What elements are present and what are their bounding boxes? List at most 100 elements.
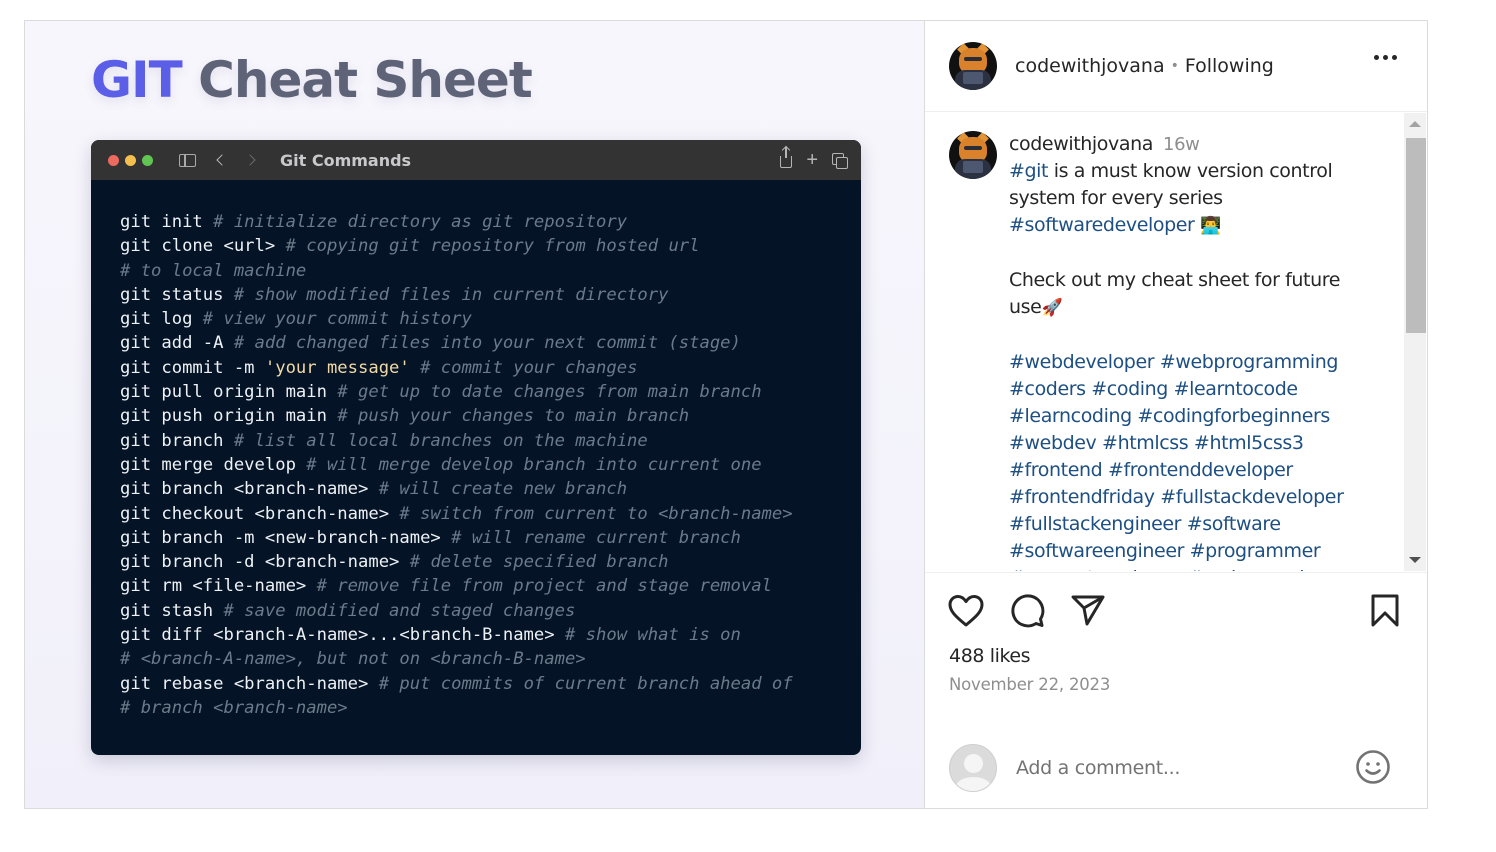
- code-string: 'your message': [264, 357, 410, 378]
- caption-scrollbar[interactable]: [1404, 113, 1426, 571]
- back-icon: [216, 154, 228, 166]
- scroll-thumb[interactable]: [1406, 138, 1426, 333]
- hashtag-row[interactable]: #softwareengineer #programmer: [1009, 538, 1354, 565]
- hashtag-row[interactable]: #webdev #htmlcss #html5css3: [1009, 430, 1354, 457]
- hashtag-list: #webdeveloper #webprogramming #coders #co…: [1009, 349, 1354, 571]
- code-comment: # view your commit history: [202, 309, 472, 330]
- code-comment: # branch <branch-name>: [120, 697, 348, 718]
- window-titlebar: Git Commands +: [91, 140, 861, 180]
- code-line: git log # view your commit history: [120, 307, 861, 331]
- code-line: git clone <url> # copying git repository…: [120, 234, 861, 258]
- hashtag-row[interactable]: #frontendfriday #fullstackdeveloper: [1009, 484, 1354, 511]
- code-line: git branch # list all local branches on …: [120, 429, 861, 453]
- minimize-dot-icon: [125, 154, 136, 166]
- scroll-down-arrow-icon[interactable]: [1409, 557, 1421, 563]
- author-avatar[interactable]: [949, 42, 997, 90]
- title-rest: Cheat Sheet: [181, 51, 533, 109]
- likes-count[interactable]: 488 likes: [949, 645, 1031, 667]
- code-comment: # get up to date changes from main branc…: [337, 382, 762, 403]
- window-title: Git Commands: [280, 150, 412, 170]
- hashtag-row[interactable]: #fullstackengineer #software: [1009, 511, 1354, 538]
- code-comment: # <branch-A-name>, but not on <branch-B-…: [120, 649, 586, 670]
- code-line: git push origin main # push your changes…: [120, 404, 861, 428]
- smiley-icon[interactable]: [1355, 749, 1391, 790]
- code-command: git rm <file-name>: [120, 576, 317, 597]
- comment-icon[interactable]: [1009, 593, 1045, 634]
- cheat-sheet-title: GIT Cheat Sheet: [91, 51, 533, 109]
- plus-icon: +: [806, 149, 818, 171]
- code-command: git branch -d <branch-name>: [120, 552, 410, 573]
- caption-time[interactable]: 16w: [1163, 134, 1200, 155]
- code-command: git checkout <branch-name>: [120, 503, 400, 524]
- technologist-emoji-icon: 👨‍💻: [1200, 216, 1221, 236]
- tabs-icon: [832, 152, 848, 169]
- comment-input[interactable]: [1016, 756, 1336, 779]
- following-button[interactable]: Following: [1185, 55, 1274, 77]
- hashtag-row[interactable]: #frontend #frontenddeveloper: [1009, 457, 1354, 484]
- bookmark-icon[interactable]: [1369, 593, 1401, 634]
- caption-author-avatar[interactable]: [949, 131, 997, 179]
- hashtag-row[interactable]: #coders #coding #learntocode: [1009, 376, 1354, 403]
- code-command: git clone <url>: [120, 236, 286, 257]
- code-command: git status: [120, 284, 234, 305]
- hashtag-link[interactable]: #softwaredeveloper: [1009, 214, 1195, 236]
- code-comment: # put commits of current branch ahead of: [378, 673, 793, 694]
- code-comment: # switch from current to <branch-name>: [399, 503, 793, 524]
- code-comment: # copying git repository from hosted url: [285, 236, 700, 257]
- code-command: git push origin main: [120, 406, 338, 427]
- forward-icon: [244, 154, 256, 166]
- code-command: [410, 358, 420, 378]
- separator-dot: •: [1170, 58, 1179, 74]
- author-username[interactable]: codewithjovana: [1015, 55, 1165, 77]
- share-icon: [780, 147, 793, 168]
- post-header: codewithjovana • Following: [925, 21, 1427, 112]
- comment-form: [925, 727, 1427, 808]
- caption-username[interactable]: codewithjovana: [1009, 133, 1153, 155]
- hashtag-row[interactable]: #computerscience #codemeaning: [1009, 565, 1354, 571]
- code-block: git init # initialize directory as git r…: [91, 180, 861, 720]
- code-command: git merge develop: [120, 454, 307, 475]
- post-side-panel: codewithjovana • Following codewithjovan…: [925, 21, 1427, 808]
- code-comment: # initialize directory as git repository: [213, 212, 628, 232]
- code-line: git branch -m <new-branch-name> # will r…: [120, 526, 861, 550]
- sidebar-icon: [179, 153, 196, 167]
- code-line: git commit -m 'your message' # commit yo…: [120, 356, 861, 380]
- code-command: git add -A: [120, 333, 234, 354]
- action-bar: [925, 572, 1427, 632]
- more-options-icon[interactable]: [1374, 55, 1397, 60]
- rocket-emoji-icon: 🚀: [1041, 298, 1063, 318]
- code-line: # branch <branch-name>: [120, 696, 861, 720]
- code-line: git add -A # add changed files into your…: [120, 331, 861, 355]
- code-line: # to local machine: [120, 259, 861, 283]
- code-comment: # remove file from project and stage rem…: [316, 576, 772, 597]
- code-line: git branch -d <branch-name> # delete spe…: [120, 550, 861, 574]
- code-line: git rm <file-name> # remove file from pr…: [120, 574, 861, 598]
- code-line: git merge develop # will merge develop b…: [120, 453, 861, 477]
- post-date[interactable]: November 22, 2023: [949, 675, 1110, 694]
- code-command: git pull origin main: [120, 382, 338, 403]
- code-comment: # push your changes to main branch: [337, 406, 690, 427]
- caption-text: codewithjovana 16w #git is a must know ve…: [1009, 131, 1354, 571]
- code-line: git status # show modified files in curr…: [120, 283, 861, 307]
- code-command: git branch -m <new-branch-name>: [120, 527, 452, 548]
- code-command: git stash: [120, 600, 224, 621]
- scroll-up-arrow-icon[interactable]: [1409, 121, 1421, 127]
- code-comment: # show what is on: [564, 625, 741, 646]
- code-line: git branch <branch-name> # will create n…: [120, 477, 861, 501]
- share-icon[interactable]: [1070, 593, 1106, 634]
- zoom-dot-icon: [142, 154, 153, 166]
- hashtag-link[interactable]: #git: [1009, 160, 1049, 182]
- code-command: git commit -m: [120, 357, 265, 378]
- code-comment: # will rename current branch: [451, 527, 741, 548]
- code-command: git diff <branch-A-name>...<branch-B-nam…: [120, 625, 565, 646]
- code-command: git branch: [120, 430, 234, 451]
- hashtag-row[interactable]: #learncoding #codingforbeginners: [1009, 403, 1354, 430]
- instagram-post-modal: GIT Cheat Sheet Git Commands + git init …: [24, 20, 1428, 809]
- caption-scroll-area[interactable]: codewithjovana 16w #git is a must know ve…: [925, 113, 1427, 571]
- title-accent: GIT: [91, 51, 183, 109]
- heart-icon[interactable]: [947, 593, 985, 634]
- code-command: git branch <branch-name>: [120, 479, 379, 500]
- post-image: GIT Cheat Sheet Git Commands + git init …: [25, 21, 925, 808]
- code-comment: # save modified and staged changes: [223, 600, 576, 621]
- hashtag-row[interactable]: #webdeveloper #webprogramming: [1009, 349, 1354, 376]
